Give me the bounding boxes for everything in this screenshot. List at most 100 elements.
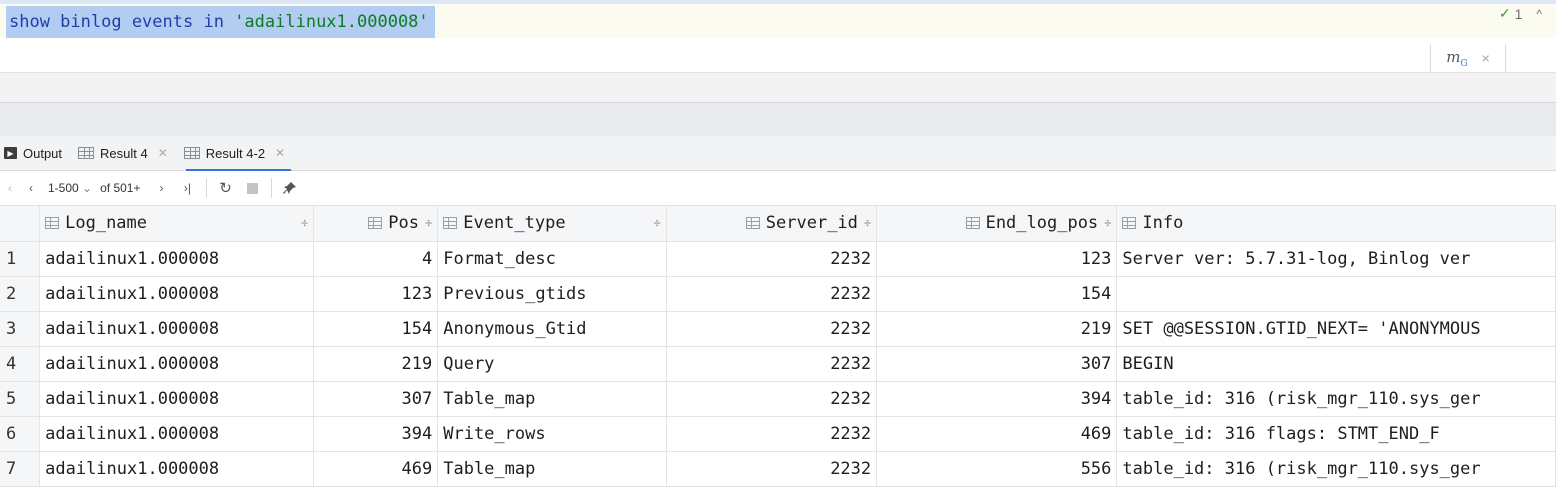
table-row[interactable]: 1 adailinux1.000008 4 Format_desc 2232 1… (0, 241, 1556, 277)
popup-close-icon[interactable]: × (1482, 50, 1490, 66)
panel-splitter[interactable] (0, 102, 1556, 136)
cell-log-name[interactable]: adailinux1.000008 (39, 451, 315, 487)
cell-info[interactable]: SET @@SESSION.GTID_NEXT= 'ANONYMOUS (1116, 311, 1556, 347)
table-grid-icon (78, 147, 95, 159)
cell-info[interactable] (1116, 276, 1556, 312)
table-row[interactable]: 4 adailinux1.000008 219 Query 2232 307 B… (0, 346, 1556, 382)
cell-event-type[interactable]: Write_rows (437, 416, 667, 452)
selected-query-text[interactable]: show binlog events in 'adailinux1.000008… (6, 6, 435, 38)
inspection-expand-icon[interactable]: ^ (1536, 7, 1542, 21)
cell-info[interactable]: table_id: 316 (risk_mgr_110.sys_ger (1116, 451, 1556, 487)
tab-output[interactable]: ▶ Output (0, 136, 74, 170)
first-page-icon[interactable]: ‹ (2, 176, 18, 200)
sort-icon[interactable]: ÷ (1098, 216, 1111, 230)
column-header-server-id[interactable]: Server_id ÷ (666, 206, 878, 242)
tab-result-4[interactable]: Result 4 ✕ (74, 136, 180, 170)
cell-pos[interactable]: 123 (313, 276, 439, 312)
cell-log-name[interactable]: adailinux1.000008 (39, 381, 315, 417)
table-row[interactable]: 7 adailinux1.000008 469 Table_map 2232 5… (0, 451, 1556, 487)
cell-log-name[interactable]: adailinux1.000008 (39, 346, 315, 382)
cell-pos[interactable]: 219 (313, 346, 439, 382)
cell-event-type[interactable]: Format_desc (437, 241, 667, 277)
cell-server-id[interactable]: 2232 (666, 241, 878, 277)
result-grid[interactable]: Log_name ÷ Pos ÷ Event_type ÷ Server_id ÷ En… (0, 206, 1556, 493)
column-header-info[interactable]: Info (1116, 206, 1556, 242)
table-grid-icon (183, 147, 200, 159)
column-icon (443, 217, 458, 230)
stop-icon[interactable] (241, 176, 263, 200)
cell-server-id[interactable]: 2232 (666, 346, 878, 382)
cell-info[interactable]: table_id: 316 (risk_mgr_110.sys_ger (1116, 381, 1556, 417)
cell-info[interactable]: table_id: 316 flags: STMT_END_F (1116, 416, 1556, 452)
cell-log-name[interactable]: adailinux1.000008 (39, 416, 315, 452)
row-number: 7 (0, 451, 41, 487)
cell-server-id[interactable]: 2232 (666, 311, 878, 347)
close-icon[interactable]: ✕ (275, 146, 285, 160)
cell-end-log-pos[interactable]: 307 (876, 346, 1118, 382)
cell-end-log-pos[interactable]: 154 (876, 276, 1118, 312)
column-icon (45, 217, 60, 230)
query-string-literal: 'adailinux1.000008' (234, 12, 429, 32)
cell-event-type[interactable]: Anonymous_Gtid (437, 311, 667, 347)
cell-end-log-pos[interactable]: 219 (876, 311, 1118, 347)
cell-end-log-pos[interactable]: 394 (876, 381, 1118, 417)
cell-log-name[interactable]: adailinux1.000008 (39, 311, 315, 347)
cell-event-type[interactable]: Table_map (437, 451, 667, 487)
pin-icon[interactable] (280, 176, 300, 200)
cell-pos[interactable]: 307 (313, 381, 439, 417)
sort-icon[interactable]: ÷ (419, 216, 432, 230)
table-row[interactable]: 5 adailinux1.000008 307 Table_map 2232 3… (0, 381, 1556, 417)
tab-result-4-2[interactable]: Result 4-2 ✕ (180, 136, 297, 171)
cell-event-type[interactable]: Table_map (437, 381, 667, 417)
cell-server-id[interactable]: 2232 (666, 451, 878, 487)
column-header-event-type[interactable]: Event_type ÷ (437, 206, 667, 242)
cell-log-name[interactable]: adailinux1.000008 (39, 276, 315, 312)
cell-end-log-pos[interactable]: 556 (876, 451, 1118, 487)
cell-pos[interactable]: 469 (313, 451, 439, 487)
table-row[interactable]: 6 adailinux1.000008 394 Write_rows 2232 … (0, 416, 1556, 452)
terminal-icon: ▶ (4, 147, 17, 159)
row-number-header (0, 206, 41, 242)
cell-server-id[interactable]: 2232 (666, 276, 878, 312)
cell-pos[interactable]: 154 (313, 311, 439, 347)
inspection-widget[interactable]: ✓ 1 ^ (1499, 5, 1542, 22)
toolbar-divider (206, 178, 208, 198)
cell-end-log-pos[interactable]: 469 (876, 416, 1118, 452)
sql-editor[interactable]: show binlog events in 'adailinux1.000008… (0, 0, 1556, 72)
cell-server-id[interactable]: 2232 (666, 416, 878, 452)
page-range-selector[interactable]: 1-500 ⌄ (48, 176, 92, 200)
cell-server-id[interactable]: 2232 (666, 381, 878, 417)
cell-pos[interactable]: 394 (313, 416, 439, 452)
tab-label: Result 4-2 (205, 145, 266, 161)
prev-page-icon[interactable]: ‹ (22, 176, 40, 200)
result-toolbar: ‹ ‹ 1-500 ⌄ of 501+ › ›| ↻ (0, 171, 1556, 206)
refresh-icon[interactable]: ↻ (215, 176, 235, 200)
table-row[interactable]: 2 adailinux1.000008 123 Previous_gtids 2… (0, 276, 1556, 312)
cell-end-log-pos[interactable]: 123 (876, 241, 1118, 277)
cell-log-name[interactable]: adailinux1.000008 (39, 241, 315, 277)
sort-icon[interactable]: ÷ (647, 216, 660, 230)
next-page-icon[interactable]: › (152, 176, 170, 200)
cell-info[interactable]: BEGIN (1116, 346, 1556, 382)
close-icon[interactable]: ✕ (158, 146, 168, 160)
result-table: Log_name ÷ Pos ÷ Event_type ÷ Server_id ÷ En… (0, 206, 1556, 487)
row-number: 3 (0, 311, 41, 347)
sort-icon[interactable]: ÷ (858, 216, 871, 230)
cell-info[interactable]: Server ver: 5.7.31-log, Binlog ver (1116, 241, 1556, 277)
cell-event-type[interactable]: Previous_gtids (437, 276, 667, 312)
row-number: 5 (0, 381, 41, 417)
sort-icon[interactable]: ÷ (295, 216, 308, 230)
last-page-icon[interactable]: ›| (176, 176, 198, 200)
column-header-pos[interactable]: Pos ÷ (313, 206, 439, 242)
column-icon (745, 217, 760, 230)
row-number: 1 (0, 241, 41, 277)
inspection-check-icon: ✓ (1498, 5, 1511, 21)
column-header-log-name[interactable]: Log_name ÷ (39, 206, 315, 242)
column-header-end-log-pos[interactable]: End_log_pos ÷ (876, 206, 1118, 242)
table-row[interactable]: 3 adailinux1.000008 154 Anonymous_Gtid 2… (0, 311, 1556, 347)
row-number: 4 (0, 346, 41, 382)
row-number: 2 (0, 276, 41, 312)
cell-pos[interactable]: 4 (313, 241, 439, 277)
maven-reload-icon[interactable]: mG (1446, 48, 1467, 69)
cell-event-type[interactable]: Query (437, 346, 667, 382)
